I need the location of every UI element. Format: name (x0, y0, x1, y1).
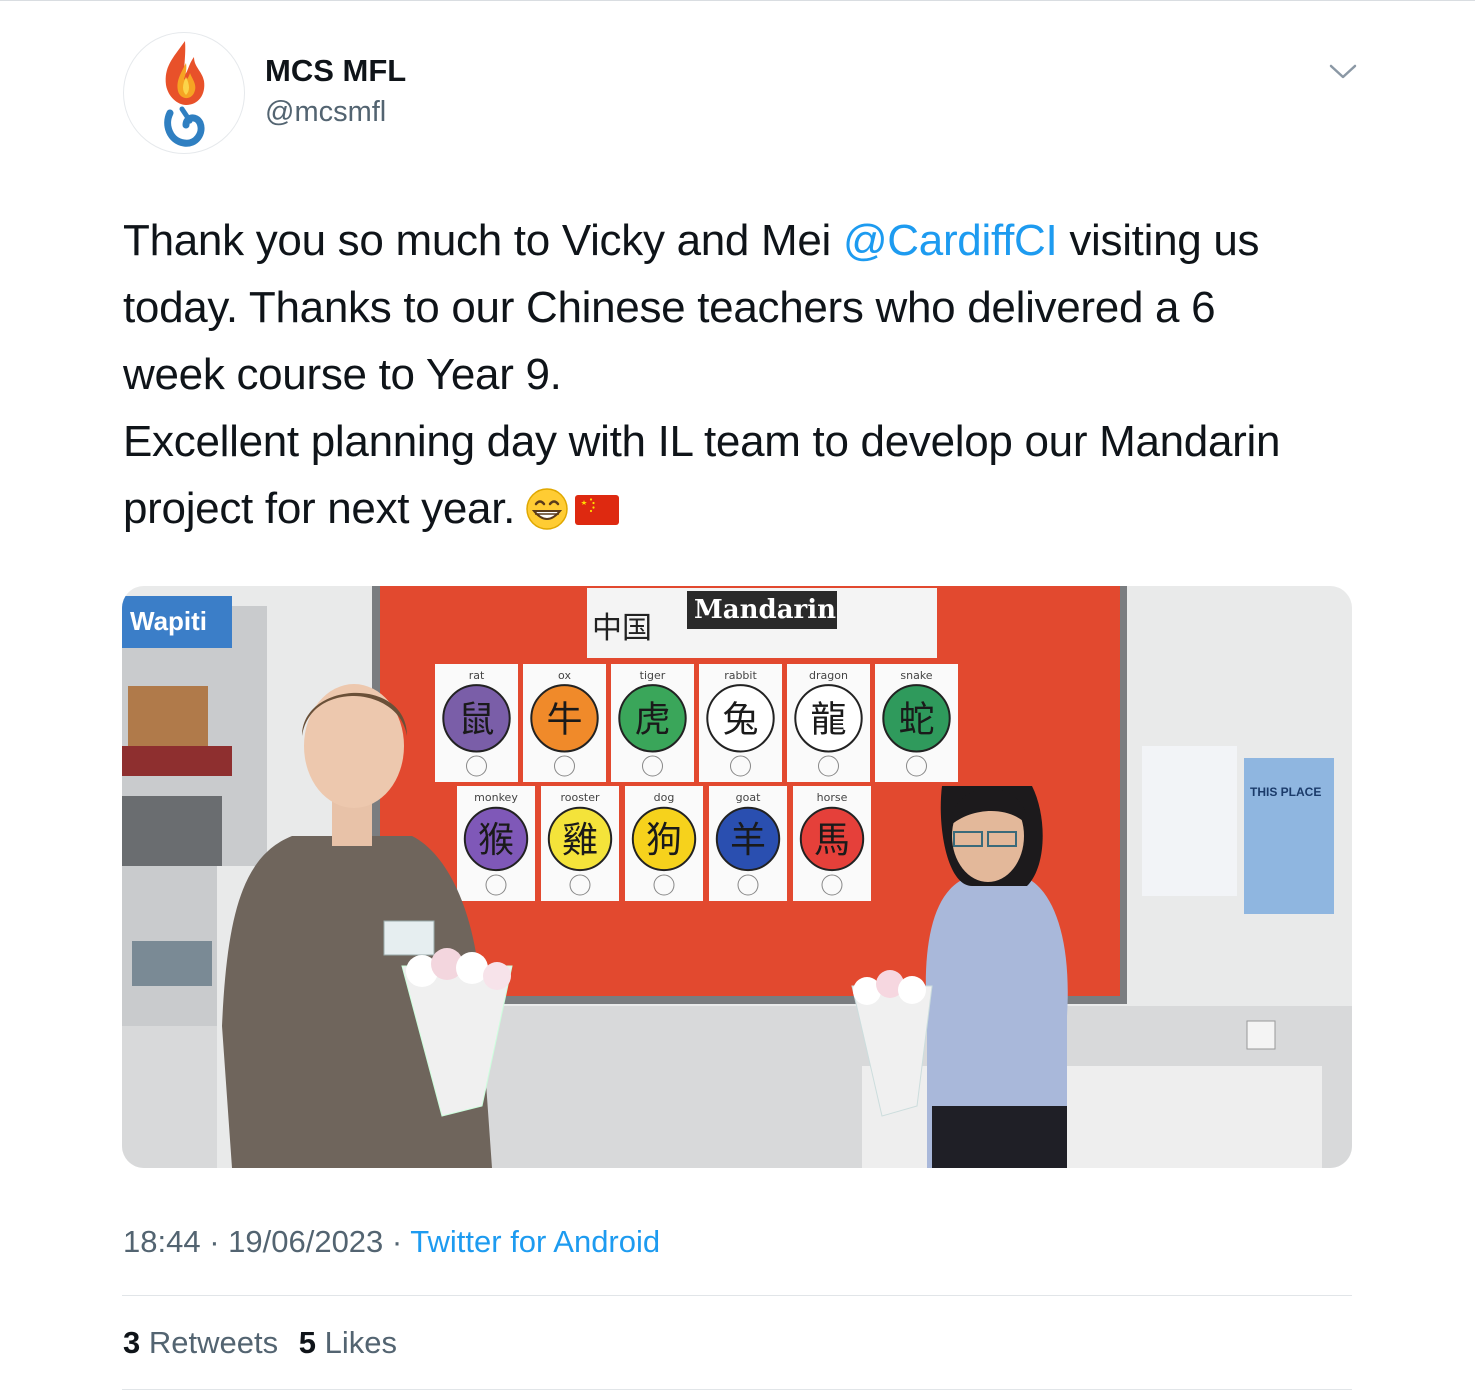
source-link[interactable]: Twitter for Android (410, 1224, 660, 1259)
zodiac-bottom-row: monkey 猴 rooster 雞 dog 狗 goat 羊 horse 馬 (457, 786, 871, 901)
avatar[interactable] (123, 32, 245, 154)
tweet-text-segment: project for next year. (123, 484, 516, 533)
poster-title: THIS PLACE (1250, 785, 1321, 799)
tweet-text-segment: Thank you so much to Vicky and Mei (123, 216, 843, 265)
likes-label: Likes (324, 1325, 397, 1360)
zodiac-card-rat: rat 鼠 (435, 664, 518, 782)
tweet-stats: 3 Retweets 5 Likes (123, 1325, 409, 1361)
zodiac-character: 蛇 (898, 699, 934, 740)
user-handle[interactable]: @mcsmfl (265, 96, 386, 129)
flag-china-icon (575, 495, 620, 525)
zodiac-card-monkey: monkey 猴 (457, 786, 535, 901)
banner-chinese: 中国 (592, 611, 652, 646)
zodiac-label: dragon (809, 669, 848, 682)
tweet-line: week course to Year 9. (123, 350, 562, 399)
poster (1244, 758, 1334, 914)
zodiac-card-rooster: rooster 雞 (541, 786, 619, 901)
magazine-cover (132, 941, 212, 986)
tweet-line: project for next year. (123, 475, 1363, 542)
tweet-text: Thank you so much to Vicky and Mei @Card… (123, 207, 1363, 542)
retweets-stat[interactable]: 3 Retweets (123, 1325, 278, 1360)
zodiac-label: tiger (640, 669, 666, 682)
top-divider (0, 0, 1475, 1)
tweet-meta: 18:44 · 19/06/2023 · Twitter for Android (123, 1224, 660, 1260)
wall-socket (1246, 1020, 1276, 1050)
grinning-face-icon (526, 488, 568, 530)
likes-stat[interactable]: 5 Likes (299, 1325, 397, 1360)
retweets-count: 3 (123, 1325, 141, 1360)
tweet-date[interactable]: 19/06/2023 (228, 1224, 383, 1259)
magazine-cover (122, 796, 222, 866)
stats-divider-bottom (122, 1389, 1352, 1390)
flame-logo-icon (164, 41, 205, 147)
zodiac-label: rat (469, 669, 485, 682)
zodiac-character: 龍 (810, 699, 846, 740)
tweet-time[interactable]: 18:44 (123, 1224, 201, 1259)
tweet-line: Excellent planning day with IL team to d… (123, 417, 1281, 466)
mention-link[interactable]: @CardiffCI (843, 216, 1058, 265)
meta-separator: · (383, 1224, 411, 1259)
magazine-photo (128, 686, 208, 746)
zodiac-card-dragon: dragon 龍 (787, 664, 870, 782)
meta-separator: · (200, 1224, 229, 1259)
zodiac-character: 鼠 (458, 699, 494, 740)
zodiac-label: dog (654, 791, 675, 804)
zodiac-character: 猴 (478, 820, 514, 861)
retweets-label: Retweets (148, 1325, 279, 1360)
zodiac-character: 狗 (646, 820, 682, 861)
zodiac-character: 馬 (814, 820, 850, 861)
zodiac-character: 虎 (634, 699, 670, 740)
more-options-button[interactable] (1326, 58, 1360, 84)
tweet-line: Thank you so much to Vicky and Mei @Card… (123, 207, 1363, 274)
magazine-cover (122, 746, 232, 776)
zodiac-card-rabbit: rabbit 兔 (699, 664, 782, 782)
zodiac-label: snake (900, 669, 932, 682)
tweet-line: today. Thanks to our Chinese teachers wh… (123, 283, 1216, 332)
zodiac-label: ox (558, 669, 571, 682)
zodiac-card-horse: horse 馬 (793, 786, 871, 901)
tweet-photo[interactable]: Wapiti 中国 Mandarin rat 鼠 ox 牛 tiger 虎 rabbit 兔 d… (122, 586, 1352, 1168)
zodiac-label: horse (817, 791, 848, 804)
zodiac-label: goat (736, 791, 761, 804)
display-name[interactable]: MCS MFL (265, 53, 406, 89)
stats-divider-top (122, 1295, 1352, 1296)
zodiac-card-tiger: tiger 虎 (611, 664, 694, 782)
poster (1142, 746, 1237, 896)
zodiac-card-snake: snake 蛇 (875, 664, 958, 782)
chevron-down-icon (1329, 64, 1357, 79)
zodiac-card-goat: goat 羊 (709, 786, 787, 901)
zodiac-card-dog: dog 狗 (625, 786, 703, 901)
zodiac-character: 牛 (546, 699, 582, 740)
zodiac-card-ox: ox 牛 (523, 664, 606, 782)
zodiac-label: monkey (474, 791, 518, 804)
classroom-photo: Wapiti 中国 Mandarin rat鼠ox牛tiger虎rabbit兔d… (122, 586, 1352, 1168)
zodiac-character: 兔 (722, 699, 758, 740)
magazine-title: Wapiti (130, 606, 207, 636)
zodiac-character: 羊 (730, 820, 766, 861)
tweet-text-segment: visiting us (1057, 216, 1260, 265)
zodiac-character: 雞 (562, 820, 598, 861)
banner-title: Mandarin (694, 595, 836, 625)
likes-count: 5 (298, 1325, 316, 1360)
zodiac-label: rooster (560, 791, 600, 804)
zodiac-label: rabbit (724, 669, 757, 682)
